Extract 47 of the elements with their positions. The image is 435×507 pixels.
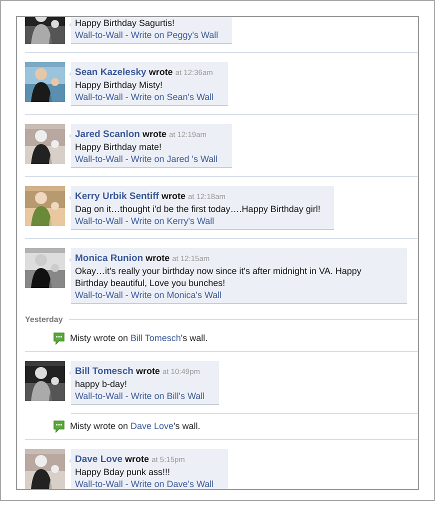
post-message: Happy Birthday Misty!	[75, 79, 164, 91]
wall-to-wall-link[interactable]: Wall-to-Wall	[75, 154, 123, 164]
post-message: happy b-day!	[75, 378, 128, 390]
post-verb: wrote	[146, 253, 170, 263]
author-link[interactable]: Dave Love	[75, 454, 123, 465]
speech-bubble-icon	[53, 332, 65, 345]
post-message: Happy Birthday mate!	[75, 141, 163, 153]
activity-text: Misty wrote on Bill Tomesch's wall.	[70, 332, 208, 345]
write-on-wall-link[interactable]: Write on Jared 's Wall	[130, 154, 218, 164]
write-on-wall-link[interactable]: Write on Kerry's Wall	[130, 216, 214, 226]
author-link[interactable]: Bill Tomesch	[75, 366, 134, 377]
wall-to-wall-link[interactable]: Wall-to-Wall	[75, 30, 123, 40]
wall-to-wall-link[interactable]: Wall-to-Wall	[75, 216, 123, 226]
link-separator: -	[125, 216, 128, 226]
write-on-wall-link[interactable]: Write on Sean's Wall	[130, 92, 214, 102]
link-separator: -	[125, 290, 128, 300]
friend-link[interactable]: Dave Love	[130, 421, 174, 431]
post-message: Happy Birthday Sagurtis!	[75, 17, 176, 29]
post-verb: wrote	[148, 67, 173, 77]
link-separator: -	[125, 391, 128, 401]
post-message: Happy Bday punk ass!!!	[75, 466, 172, 478]
link-separator: -	[125, 154, 128, 164]
link-separator: -	[125, 479, 128, 489]
author-link[interactable]: Sean Kazelesky	[75, 67, 146, 78]
link-separator: -	[125, 92, 128, 102]
post-verb: wrote	[142, 129, 166, 139]
wall-to-wall-link[interactable]: Wall-to-Wall	[75, 391, 123, 401]
post-message: Okay…it's really your birthday now since it's after midnight in VA. Happy Birthday beautiful, Love you bunches!	[75, 265, 362, 289]
write-on-wall-link[interactable]: Write on Dave's Wall	[130, 479, 214, 489]
activity-text: Misty wrote on Dave Love's wall.	[70, 420, 200, 433]
wall-to-wall-link[interactable]: Wall-to-Wall	[75, 290, 123, 300]
post-verb: wrote	[161, 191, 186, 201]
friend-link[interactable]: Bill Tomesch	[130, 333, 181, 343]
author-link[interactable]: Kerry Urbik Sentiff	[75, 191, 159, 202]
speech-bubble-icon	[53, 420, 65, 433]
link-separator: -	[125, 30, 128, 40]
wall-to-wall-link[interactable]: Wall-to-Wall	[75, 479, 123, 489]
write-on-wall-link[interactable]: Write on Monica's Wall	[130, 290, 222, 300]
author-link[interactable]: Jared Scanlon	[75, 129, 140, 140]
write-on-wall-link[interactable]: Write on Bill's Wall	[130, 391, 205, 401]
write-on-wall-link[interactable]: Write on Peggy's Wall	[130, 30, 218, 40]
day-heading: Yesterday	[25, 314, 63, 325]
wall-to-wall-link[interactable]: Wall-to-Wall	[75, 92, 123, 102]
post-verb: wrote	[125, 454, 150, 464]
author-link[interactable]: Monica Runion	[75, 253, 144, 264]
post-message: Dag on it…thought i'd be the first today….Happy Birthday girl!	[75, 203, 320, 215]
post-verb: wrote	[136, 366, 160, 376]
